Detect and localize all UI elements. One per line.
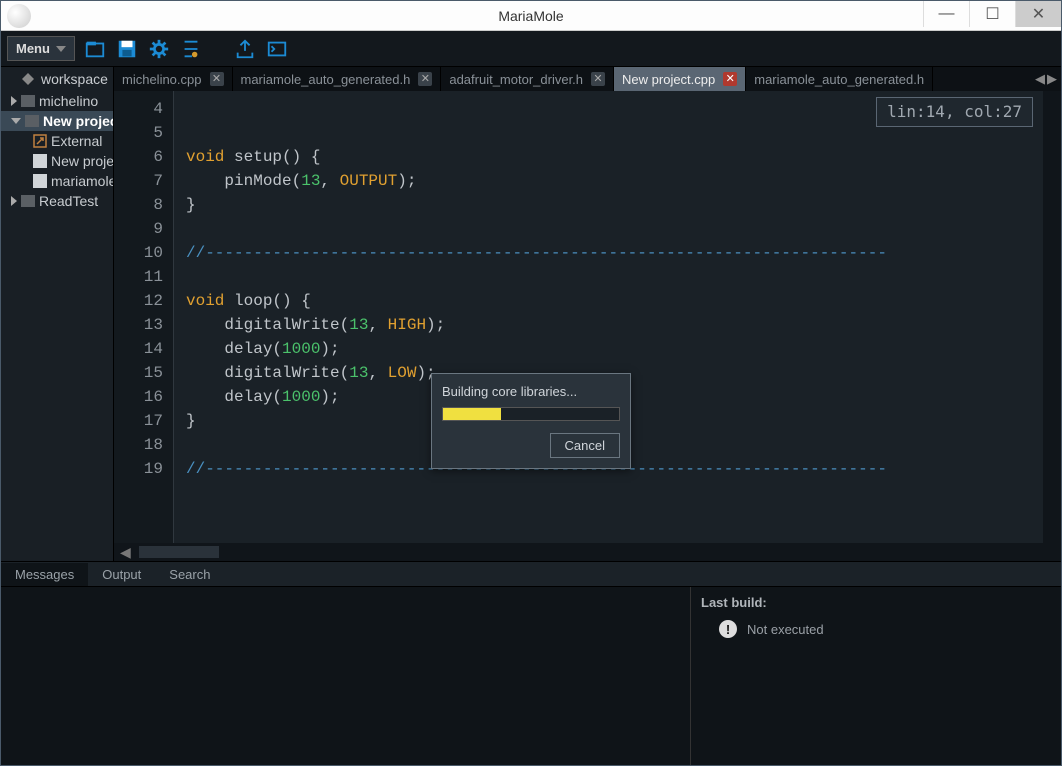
cursor-position: lin:14, col:27 — [876, 97, 1033, 127]
workspace-label: workspace — [41, 71, 108, 87]
code-content: void setup() { pinMode(13, OUTPUT); } //… — [174, 91, 887, 543]
sidebar-item-label: External — [51, 133, 102, 149]
window-title: MariaMole — [498, 8, 563, 24]
sidebar-item-readtest[interactable]: ReadTest — [1, 191, 113, 211]
sidebar: workspace michelino New project External — [1, 67, 114, 561]
sidebar-item-label: ReadTest — [39, 193, 98, 209]
tab-auto-gen-1[interactable]: mariamole_auto_generated.h ✕ — [233, 67, 442, 91]
panel-tab-messages[interactable]: Messages — [1, 563, 88, 586]
link-icon — [33, 134, 47, 148]
open-icon[interactable] — [83, 37, 107, 61]
expand-icon — [11, 196, 17, 206]
window-buttons: — ☐ ✕ — [923, 1, 1061, 27]
panel-tab-output[interactable]: Output — [88, 563, 155, 586]
close-icon[interactable]: ✕ — [418, 72, 432, 86]
menu-label: Menu — [16, 41, 50, 56]
close-icon[interactable]: ✕ — [723, 72, 737, 86]
build-dialog: Building core libraries... Cancel — [431, 373, 631, 469]
save-icon[interactable] — [115, 37, 139, 61]
tab-scroll-left[interactable]: ◀ — [1035, 71, 1045, 87]
build-status: Not executed — [747, 622, 824, 637]
menu-button[interactable]: Menu — [7, 36, 75, 61]
vertical-scrollbar[interactable] — [1043, 91, 1061, 561]
build-panel: Last build: ! Not executed — [691, 587, 1061, 765]
close-icon[interactable]: ✕ — [210, 72, 224, 86]
tab-adafruit[interactable]: adafruit_motor_driver.h ✕ — [441, 67, 614, 91]
file-icon — [33, 174, 47, 188]
progress-bar — [442, 407, 620, 421]
folder-icon — [25, 115, 39, 127]
progress-fill — [443, 408, 501, 420]
dialog-message: Building core libraries... — [442, 384, 620, 399]
sidebar-item-new-project[interactable]: New project — [1, 111, 113, 131]
info-icon: ! — [719, 620, 737, 638]
tab-scroll-arrows: ◀ ▶ — [1031, 67, 1061, 91]
file-icon — [33, 154, 47, 168]
tab-new-project[interactable]: New project.cpp ✕ — [614, 67, 746, 91]
minimize-button[interactable]: — — [923, 1, 969, 27]
maximize-button[interactable]: ☐ — [969, 1, 1015, 27]
gear-icon[interactable] — [147, 37, 171, 61]
sidebar-item-label: New project — [43, 113, 114, 129]
terminal-icon[interactable] — [265, 37, 289, 61]
folder-icon — [21, 195, 35, 207]
tab-scroll-right[interactable]: ▶ — [1047, 71, 1057, 87]
sidebar-item-file-mm[interactable]: mariamole — [1, 171, 113, 191]
code-editor[interactable]: 45678910111213141516171819 void setup() … — [114, 91, 1061, 543]
tab-label: New project.cpp — [622, 72, 715, 87]
menubar: Menu — [1, 31, 1061, 67]
app-window: MariaMole — ☐ ✕ Menu — [0, 0, 1062, 766]
chevron-down-icon — [56, 46, 66, 52]
sidebar-item-label: mariamole — [51, 173, 114, 189]
last-build-label: Last build: — [701, 595, 1051, 610]
editor-area: michelino.cpp ✕ mariamole_auto_generated… — [114, 67, 1061, 561]
titlebar: MariaMole — ☐ ✕ — [1, 1, 1061, 31]
scroll-thumb[interactable] — [139, 546, 219, 558]
app-icon — [7, 4, 31, 28]
tab-label: michelino.cpp — [122, 72, 202, 87]
sidebar-item-label: New project.cpp — [51, 153, 114, 169]
panel-tab-search[interactable]: Search — [155, 563, 224, 586]
tab-michelino[interactable]: michelino.cpp ✕ — [114, 67, 233, 91]
workspace-icon — [21, 72, 35, 86]
tab-label: mariamole_auto_generated.h — [241, 72, 411, 87]
main-columns: workspace michelino New project External — [1, 67, 1061, 561]
sidebar-item-external[interactable]: External — [1, 131, 113, 151]
panel-tabs: Messages Output Search — [1, 561, 1061, 587]
tab-label: adafruit_motor_driver.h — [449, 72, 583, 87]
cancel-button[interactable]: Cancel — [550, 433, 620, 458]
sidebar-item-label: michelino — [39, 93, 98, 109]
panel-body: Last build: ! Not executed — [1, 587, 1061, 765]
horizontal-scrollbar[interactable]: ◀ ▶ — [114, 543, 1061, 561]
expand-icon — [11, 96, 17, 106]
close-button[interactable]: ✕ — [1015, 1, 1061, 27]
sidebar-item-file-cpp[interactable]: New project.cpp — [1, 151, 113, 171]
messages-panel — [1, 587, 691, 765]
tab-label: mariamole_auto_generated.h — [754, 72, 924, 87]
tabbar: michelino.cpp ✕ mariamole_auto_generated… — [114, 67, 1061, 91]
workspace-root[interactable]: workspace — [1, 67, 113, 91]
app-body: Menu — [1, 31, 1061, 765]
folder-icon — [21, 95, 35, 107]
upload-icon[interactable] — [233, 37, 257, 61]
build-icon[interactable] — [179, 37, 203, 61]
sidebar-item-michelino[interactable]: michelino — [1, 91, 113, 111]
tab-auto-gen-2[interactable]: mariamole_auto_generated.h — [746, 67, 933, 91]
scroll-left-icon[interactable]: ◀ — [120, 544, 131, 561]
line-gutter: 45678910111213141516171819 — [114, 91, 174, 543]
close-icon[interactable]: ✕ — [591, 72, 605, 86]
expand-icon — [11, 118, 21, 124]
